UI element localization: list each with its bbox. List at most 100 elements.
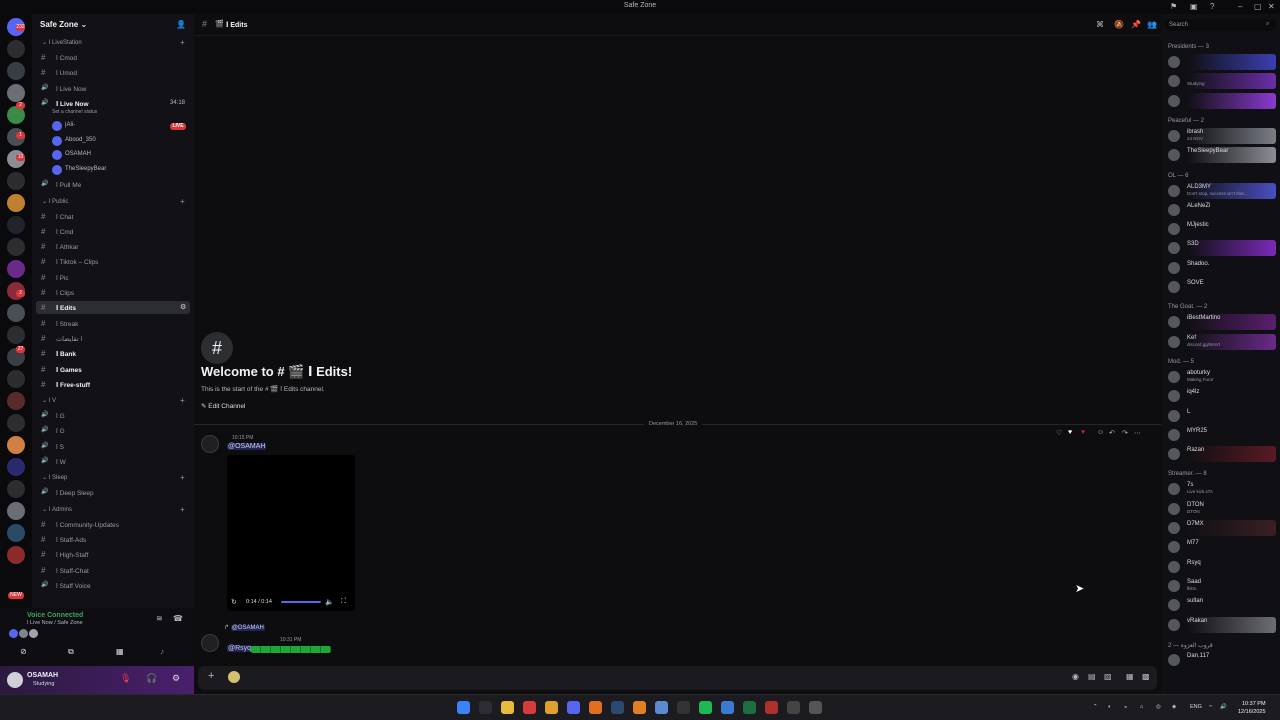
close-icon[interactable]: ✕: [1268, 2, 1275, 11]
user-avatar[interactable]: [7, 672, 23, 688]
edit-channel-button[interactable]: ✎ Edit Channel: [201, 402, 246, 410]
member-item[interactable]: Dan.117: [1166, 652, 1276, 668]
threads-icon[interactable]: ⌘: [1096, 20, 1104, 29]
channel-23[interactable]: # ا Free-stuff: [36, 378, 190, 391]
channel-17[interactable]: # ا Clips: [36, 286, 190, 299]
add-channel-icon[interactable]: +: [180, 38, 185, 47]
camera-off-icon[interactable]: ⊘: [20, 647, 27, 656]
tray-icon[interactable]: ◐: [1108, 704, 1111, 710]
soundboard-icon[interactable]: ♪: [160, 647, 164, 656]
channel-15[interactable]: # ا Tiktok – Clips: [36, 255, 190, 268]
disconnect-icon[interactable]: ☎: [173, 614, 183, 623]
tray-icon[interactable]: ◒: [1124, 704, 1127, 710]
video-attachment[interactable]: ↻ 0:14 / 0:14 🔈 ⛶: [227, 455, 355, 611]
taskbar-app-icon[interactable]: [633, 701, 646, 714]
gif-icon[interactable]: ▤: [1088, 672, 1096, 681]
taskbar-app-icon[interactable]: [589, 701, 602, 714]
member-item[interactable]: [1166, 92, 1276, 109]
member-item[interactable]: sultan: [1166, 597, 1276, 613]
add-channel-icon[interactable]: +: [180, 396, 185, 405]
member-item[interactable]: MYR25: [1166, 427, 1276, 443]
server-icon[interactable]: [7, 260, 25, 278]
member-item[interactable]: ibrash 24 NOV: [1166, 127, 1276, 144]
server-icon[interactable]: [7, 40, 25, 58]
notifications-icon[interactable]: 🔕: [1114, 20, 1124, 29]
taskbar-search-icon[interactable]: [479, 701, 492, 714]
member-item[interactable]: M77: [1166, 539, 1276, 555]
voice-channel-3[interactable]: 🔊 ا Live Now: [36, 82, 190, 95]
member-item[interactable]: S3D: [1166, 240, 1276, 257]
channel-20[interactable]: # ا تقايضات: [36, 332, 190, 345]
channel-21[interactable]: # ا Bank: [36, 347, 190, 360]
taskbar-app-icon[interactable]: [787, 701, 800, 714]
user-mention[interactable]: @OSAMAH: [227, 443, 267, 450]
server-icon[interactable]: [7, 458, 25, 476]
channel-16[interactable]: # ا Pic: [36, 271, 190, 284]
activities-icon[interactable]: ▩: [1142, 672, 1150, 681]
add-channel-icon[interactable]: +: [180, 473, 185, 482]
reply-icon[interactable]: ↶: [1109, 429, 1115, 437]
add-friend-icon[interactable]: 👤: [176, 20, 186, 29]
message-avatar[interactable]: [201, 435, 219, 453]
server-icon[interactable]: [7, 304, 25, 322]
emoji-picker-icon[interactable]: [228, 671, 240, 683]
add-channel-icon[interactable]: +: [180, 505, 185, 514]
server-icon[interactable]: [7, 480, 25, 498]
tray-icon[interactable]: ◈: [1172, 704, 1176, 710]
tray-icon[interactable]: ◎: [1156, 704, 1161, 710]
channel-1[interactable]: # ا Cmod: [36, 51, 190, 64]
tray-icon[interactable]: ⌂: [1140, 704, 1143, 710]
apps-icon[interactable]: ▦: [1126, 672, 1134, 681]
member-item[interactable]: Razan: [1166, 446, 1276, 463]
channel-34[interactable]: # ا High-Staff: [36, 548, 190, 561]
member-item[interactable]: ALD3MY Don't stop, success isn't that ...: [1166, 182, 1276, 199]
mute-icon[interactable]: 🎙: [120, 673, 131, 684]
deafen-icon[interactable]: 🎧: [146, 673, 157, 684]
voice-channel-4[interactable]: 🔊 ا Live Now 34:18: [36, 97, 190, 110]
taskbar-clock[interactable]: 10:37 PM 12/16/2025: [1238, 700, 1266, 716]
taskbar-chrome-icon[interactable]: [545, 701, 558, 714]
member-item[interactable]: ALeNeZi: [1166, 202, 1276, 218]
member-item[interactable]: [1166, 54, 1276, 70]
noise-suppression-icon[interactable]: ≋: [156, 614, 163, 623]
search-input[interactable]: Search ⌕: [1165, 19, 1276, 31]
taskbar-app-icon[interactable]: [523, 701, 536, 714]
server-icon[interactable]: [7, 216, 25, 234]
member-item[interactable]: iBestMartino: [1166, 314, 1276, 331]
category-header[interactable]: ⌄ ا LiveStation: [42, 39, 82, 46]
heart-red-icon[interactable]: ♥: [1081, 429, 1085, 436]
message-avatar[interactable]: [201, 634, 219, 652]
settings-gear-icon[interactable]: ⚙: [172, 673, 180, 684]
voice-channel-26[interactable]: 🔊 ا G: [36, 424, 190, 437]
wifi-icon[interactable]: ⌔: [1208, 704, 1213, 711]
taskbar-app-icon[interactable]: [677, 701, 690, 714]
video-progress-bar[interactable]: [281, 601, 321, 603]
channel-18[interactable]: # ا Edits ⚙: [36, 301, 190, 315]
member-item[interactable]: Saad fkkm: [1166, 578, 1276, 594]
category-header[interactable]: ⌄ ا V: [42, 397, 56, 404]
member-item[interactable]: TheSleepyBear: [1166, 147, 1276, 164]
taskbar-app-icon[interactable]: [721, 701, 734, 714]
activities-icon[interactable]: ▦: [116, 647, 124, 656]
taskbar-steam-icon[interactable]: [611, 701, 624, 714]
server-icon[interactable]: [7, 326, 25, 344]
minimize-icon[interactable]: –: [1238, 2, 1242, 11]
voice-channel-36[interactable]: 🔊 ا Staff Voice: [36, 579, 190, 592]
taskbar-file-explorer-icon[interactable]: [501, 701, 514, 714]
member-item[interactable]: MJjestic: [1166, 221, 1276, 237]
server-name[interactable]: Safe Zone ⌄: [40, 20, 87, 29]
channel-32[interactable]: # ا Community-Updates: [36, 518, 190, 531]
server-icon[interactable]: [7, 392, 25, 410]
channel-12[interactable]: # ا Chat: [36, 210, 190, 223]
channel-35[interactable]: # ا Staff-Chat: [36, 564, 190, 577]
member-item[interactable]: Shadoo.: [1166, 260, 1276, 276]
channel-2[interactable]: # ا Umod: [36, 66, 190, 79]
member-item[interactable]: vRakan: [1166, 616, 1276, 633]
pinned-icon[interactable]: 📌: [1131, 20, 1141, 29]
add-reaction-icon[interactable]: ☺: [1097, 429, 1104, 436]
taskbar-start-icon[interactable]: [457, 701, 470, 714]
server-icon[interactable]: [7, 436, 25, 454]
category-header[interactable]: ⌄ ا Admins: [42, 506, 72, 513]
replay-icon[interactable]: ↻: [231, 598, 237, 606]
channel-14[interactable]: # ا Athkar: [36, 240, 190, 253]
